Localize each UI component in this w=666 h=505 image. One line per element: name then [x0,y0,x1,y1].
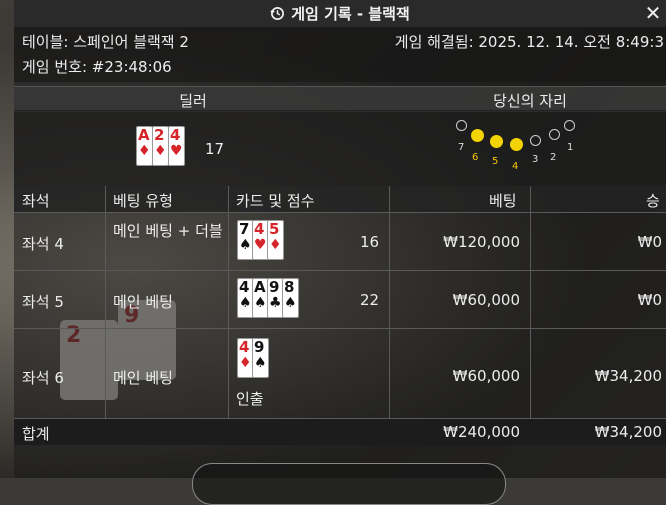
card-suit-icon: ♦ [269,237,282,253]
seat-number: 2 [550,152,557,163]
card-suit-icon: ♠ [239,237,252,253]
card-rank: 9 [254,338,265,356]
card-rank: 4 [254,220,265,238]
row-seat: 좌석 6 [22,369,64,387]
card-rank: 4 [239,278,250,296]
total-label: 합계 [22,425,50,443]
card-suit-icon: ♠ [254,355,267,371]
row-bet: ₩120,000 [443,233,520,251]
page-title: 게임 기록 - 블랙잭 [291,4,410,23]
header-win: 승 [646,192,660,210]
total-bet: ₩240,000 [443,423,520,441]
row-score: 16 [360,233,380,251]
card-rank: 9 [269,278,280,296]
seat-map: 76 5 4 321 [450,114,590,184]
card-rank: A [138,126,150,144]
table-row: 좌석 5 메인 베팅 22 ₩60,000 ₩0 [14,270,666,329]
row-win: ₩34,200 [594,367,662,385]
seat-number: 5 [492,156,499,167]
title-bar: 게임 기록 - 블랙잭 ✕ [14,0,666,27]
playing-card: 8 ♠ [282,278,299,318]
table-name: 테이블: 스페인어 블랙잭 2 [22,33,189,51]
card-rank: 4 [170,126,181,144]
playing-card: A ♦ [136,126,153,166]
section-header: 딜러 당신의 자리 [14,86,666,112]
card-rank: 5 [269,220,280,238]
card-rank: 4 [239,338,250,356]
row-bet: ₩60,000 [452,367,520,385]
card-suit-icon: ♦ [138,143,151,159]
card-rank: 2 [154,126,165,144]
table-header: 좌석 베팅 유형 카드 및 점수 베팅 승 [14,186,666,212]
header-cards: 카드 및 점수 [236,192,315,210]
seat-empty-dot [530,135,541,146]
seat-empty-dot [456,120,467,131]
card-suit-icon: ♥ [170,143,183,159]
seat-occupied-dot [510,138,523,151]
card-suit-icon: ♦ [154,143,167,159]
row-seat: 좌석 5 [22,293,64,311]
row-bet-type: 메인 베팅 [113,293,173,311]
row-win: ₩0 [637,233,662,251]
table-row: 좌석 6 메인 베팅 인출 ₩60,000 ₩34,200 [14,328,666,419]
card-rank: A [254,278,266,296]
header-bet: 베팅 [489,192,517,210]
row-seat: 좌석 4 [22,235,64,253]
resolved-time: 게임 해결됨: 2025. 12. 14. 오전 8:49:3 [394,33,664,51]
seat-empty-dot [549,129,560,140]
card-suit-icon: ♦ [239,355,252,371]
history-icon [270,6,285,21]
header-bet-type: 베팅 유형 [113,192,173,210]
total-row: 합계 ₩240,000 ₩34,200 [14,418,666,445]
close-icon[interactable]: ✕ [640,0,666,26]
table-row: 좌석 4 메인 베팅 + 더블 16 ₩120,000 ₩0 [14,212,666,271]
playing-card: 9 ♠ [252,338,269,378]
seat-empty-dot [564,120,575,131]
game-number: 게임 번호: #23:48:06 [22,58,172,76]
seat-number: 7 [458,142,465,153]
row-score: 22 [360,291,380,309]
header-seat: 좌석 [22,192,50,210]
playing-card: 5 ♦ [267,220,284,260]
bottom-button[interactable] [192,463,506,505]
card-suit-icon: ♠ [239,295,252,311]
row-cashout-note: 인출 [236,390,264,408]
seat-occupied-dot [490,135,503,148]
card-rank: 7 [239,220,250,238]
card-suit-icon: ♠ [284,295,297,311]
dealer-score: 17 [205,140,225,158]
card-rank: 8 [284,278,295,296]
playing-card: 2 ♦ [152,126,169,166]
dealer-header: 딜러 [179,92,207,110]
your-seat-header: 당신의 자리 [493,92,567,110]
card-suit-icon: ♠ [254,295,267,311]
playing-card: 4 ♥ [168,126,185,166]
seat-number: 1 [567,142,574,153]
seat-occupied-dot [471,129,484,142]
seat-number: 3 [532,154,539,165]
card-suit-icon: ♥ [254,237,267,253]
game-info: 테이블: 스페인어 블랙잭 2 게임 해결됨: 2025. 12. 14. 오전… [14,26,666,82]
row-bet: ₩60,000 [452,291,520,309]
row-bet-type: 메인 베팅 [113,369,173,387]
card-suit-icon: ♣ [269,295,282,311]
row-win: ₩0 [637,291,662,309]
seat-number: 4 [512,161,519,172]
total-win: ₩34,200 [594,423,662,441]
seat-number: 6 [472,152,479,163]
row-bet-type: 메인 베팅 + 더블 [113,222,223,240]
